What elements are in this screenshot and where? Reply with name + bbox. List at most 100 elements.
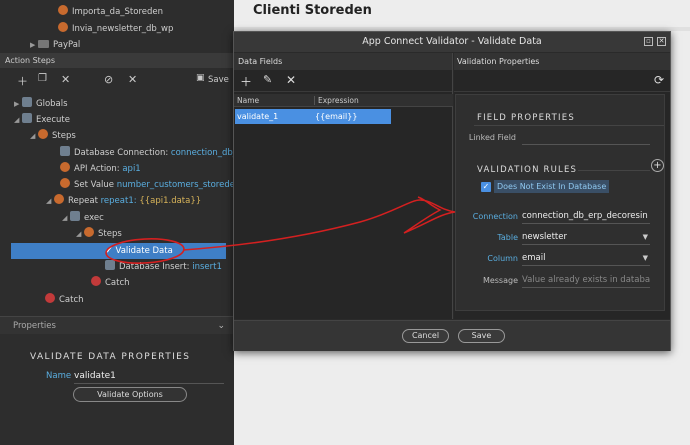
globals-icon	[22, 97, 32, 107]
save-button[interactable]: Save	[458, 329, 505, 343]
steps-icon	[84, 227, 94, 237]
message-input[interactable]: Value already exists in database	[522, 273, 650, 288]
properties-title: VALIDATE DATA PROPERTIES	[30, 352, 191, 362]
caret-down-icon: ◢	[30, 132, 36, 140]
data-fields-table-header: Name Expression	[234, 94, 453, 107]
validation-properties-panel: Validation Properties ⟳ FIELD PROPERTIES…	[454, 53, 670, 319]
close-icon[interactable]: ✕	[657, 37, 666, 46]
cancel-button[interactable]: Cancel	[402, 329, 449, 343]
table-select-value: newsletter	[522, 232, 567, 242]
tree-item-paypal[interactable]: ▶ PayPal	[30, 37, 80, 53]
caret-down-icon: ◢	[62, 214, 68, 222]
add-icon[interactable]: ＋	[240, 73, 252, 90]
action-steps-header: Action Steps	[0, 53, 234, 68]
delete-icon[interactable]: ✕	[61, 73, 70, 86]
rule-checkbox[interactable]: ✓	[481, 182, 491, 192]
validation-properties-header: Validation Properties	[454, 53, 670, 70]
caret-down-icon: ◢	[76, 230, 82, 238]
caret-right-icon: ▶	[14, 100, 20, 108]
column-select-value: email	[522, 253, 546, 263]
name-input[interactable]: validate1	[74, 368, 224, 384]
tree-item-db-connection[interactable]: Database Connection: connection_db_erp_	[60, 145, 255, 161]
api-icon	[60, 162, 70, 172]
data-fields-header: Data Fields	[234, 53, 452, 70]
connection-label: Connection	[472, 212, 518, 221]
tree-item-importa[interactable]: Importa_da_Storeden	[58, 4, 163, 20]
dropdown-icon: ▼	[642, 254, 648, 262]
tree-item-exec[interactable]: ◢ exec	[62, 210, 104, 226]
edit-icon[interactable]: ✎	[263, 73, 272, 86]
validation-properties-toolbar: ⟳	[454, 70, 670, 92]
copy-icon[interactable]: ❐	[38, 73, 47, 84]
rule-label[interactable]: Does Not Exist In Database	[494, 180, 610, 193]
caret-down-icon: ◢	[14, 116, 20, 124]
database-icon	[60, 146, 70, 156]
column-header-name: Name	[237, 96, 260, 105]
name-label: Name	[46, 371, 72, 381]
validator-dialog: App Connect Validator - Validate Data ▫ …	[233, 31, 671, 351]
tree-item-repeat[interactable]: ◢ Repeat repeat1: {{api1.data}}	[46, 193, 201, 209]
section-divider	[578, 170, 650, 171]
tree-item-db-insert[interactable]: Database Insert: insert1	[105, 259, 222, 275]
field-name-cell: validate_1	[237, 112, 279, 121]
table-label: Table	[497, 233, 518, 242]
dropdown-icon: ▼	[642, 233, 648, 241]
workspace-title: Clienti Storeden	[253, 3, 372, 18]
validation-properties-content: FIELD PROPERTIES Linked Field VALIDATION…	[455, 94, 665, 311]
column-label: Column	[487, 254, 518, 263]
message-label: Message	[482, 276, 518, 285]
tree-item-validate-data[interactable]: ✔ Validate Data	[11, 243, 226, 259]
folder-icon	[38, 40, 49, 48]
data-fields-toolbar: ＋ ✎ ✕	[234, 70, 452, 92]
tree-item-globals[interactable]: ▶ Globals	[14, 96, 68, 112]
refresh-icon[interactable]: ⟳	[654, 73, 664, 87]
tree-item-invia[interactable]: Invia_newsletter_db_wp	[58, 21, 173, 37]
maximize-icon[interactable]: ▫	[644, 37, 653, 46]
disable-icon[interactable]: ⊘	[104, 73, 113, 86]
table-select[interactable]: newsletter ▼	[522, 230, 650, 245]
save-icon[interactable]: ▣	[196, 73, 205, 83]
clear-icon[interactable]: ✕	[128, 73, 137, 86]
caret-down-icon: ◢	[46, 197, 52, 205]
exec-icon	[70, 211, 80, 221]
action-steps-toolbar: ＋ ❐ ✕ ⊘ ✕ ▣ Save	[0, 70, 234, 90]
tree-item-steps[interactable]: ◢ Steps	[30, 128, 76, 144]
table-icon	[105, 260, 115, 270]
linked-field-input[interactable]	[522, 130, 650, 145]
column-select[interactable]: email ▼	[522, 251, 650, 266]
execute-icon	[22, 113, 32, 123]
tree-item-steps-inner[interactable]: ◢ Steps	[76, 226, 122, 242]
properties-header[interactable]: Properties ⌄	[0, 316, 234, 334]
tree-item-api-action[interactable]: API Action: api1	[60, 161, 141, 177]
table-row[interactable]: validate_1 {{email}}	[235, 109, 391, 124]
validate-options-button[interactable]: Validate Options	[73, 387, 187, 402]
data-fields-panel: Data Fields ＋ ✎ ✕ Name Expression valida…	[234, 53, 453, 319]
save-button[interactable]: Save	[208, 75, 229, 85]
steps-icon	[38, 129, 48, 139]
caret-right-icon: ▶	[30, 41, 36, 49]
dialog-title: App Connect Validator - Validate Data	[362, 36, 542, 47]
repeat-icon	[54, 194, 64, 204]
catch-icon	[45, 293, 55, 303]
dialog-titlebar: App Connect Validator - Validate Data ▫ …	[234, 32, 670, 52]
linked-field-label: Linked Field	[468, 133, 516, 142]
column-header-expression: Expression	[314, 96, 359, 105]
catch-icon	[91, 276, 101, 286]
section-divider	[474, 125, 664, 126]
action-icon	[58, 22, 68, 32]
tree-item-catch[interactable]: Catch	[45, 292, 84, 308]
connection-field[interactable]: connection_db_erp_decoresin	[522, 209, 650, 224]
checkmark-icon: ✔	[105, 246, 113, 256]
set-value-icon	[60, 178, 70, 188]
dialog-footer: Cancel Save	[234, 320, 670, 351]
delete-icon[interactable]: ✕	[286, 73, 296, 87]
tree-item-execute[interactable]: ◢ Execute	[14, 112, 70, 128]
action-icon	[58, 5, 68, 15]
add-rule-icon[interactable]: +	[651, 159, 664, 172]
add-icon[interactable]: ＋	[17, 73, 28, 89]
chevron-down-icon[interactable]: ⌄	[217, 317, 225, 335]
tree-item-catch-inner[interactable]: Catch	[91, 275, 130, 291]
field-properties-title: FIELD PROPERTIES	[477, 113, 575, 123]
tree-item-set-value[interactable]: Set Value number_customers_storeden =	[60, 177, 250, 193]
left-panel: Importa_da_Storeden Invia_newsletter_db_…	[0, 0, 255, 445]
